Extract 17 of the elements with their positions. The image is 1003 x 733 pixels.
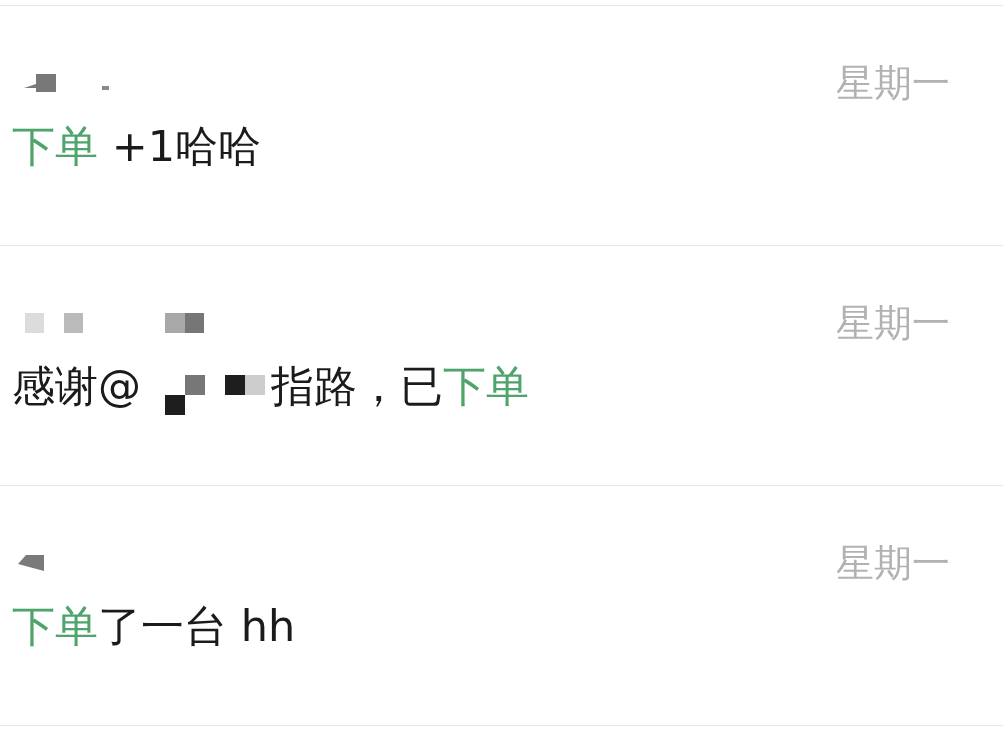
message-text: 感谢@ (12, 361, 141, 411)
highlighted-keyword: 下单 (12, 601, 98, 651)
mosaic-icon (25, 313, 204, 333)
message-text: +1哈哈 (110, 121, 262, 171)
mosaic-icon (18, 555, 44, 571)
search-result-item[interactable]: 星期一 下单 +1哈哈 (0, 6, 1003, 246)
mosaic-icon (165, 375, 265, 415)
message-time: 星期一 (836, 304, 950, 342)
search-result-item[interactable]: 星期一 感谢@ 指路，已下单 (0, 246, 1003, 486)
message-time: 星期一 (836, 544, 950, 582)
search-result-item[interactable]: 星期一 下单了一台 hh (0, 486, 1003, 726)
message-time: 星期一 (836, 64, 950, 102)
highlighted-keyword: 下单 (12, 121, 98, 171)
message-text: 了一台 hh (98, 601, 296, 651)
message-text: 指路，已 (271, 361, 443, 411)
highlighted-keyword: 下单 (443, 361, 529, 411)
mosaic-icon (24, 74, 110, 92)
